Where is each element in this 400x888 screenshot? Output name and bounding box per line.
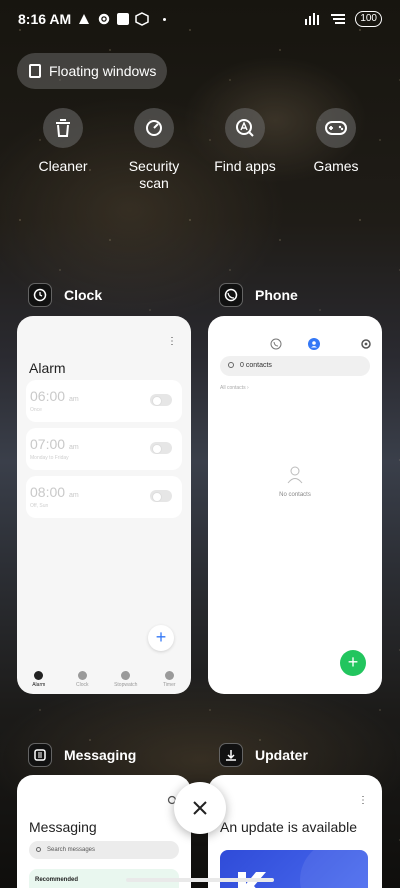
tab-alarm[interactable]: Alarm: [19, 671, 59, 688]
search-icon: [36, 847, 41, 852]
close-icon: [193, 801, 207, 815]
clock-app-header: Clock: [28, 283, 102, 307]
find-apps-icon: [225, 108, 265, 148]
alarm-repeat: Once: [30, 407, 42, 413]
more-options-icon[interactable]: ⋮: [167, 336, 177, 347]
security-scan-icon: [134, 108, 174, 148]
clock-screen-title: Alarm: [29, 360, 66, 376]
messages-search-input[interactable]: Search messages: [29, 841, 179, 859]
tab-stopwatch[interactable]: Stopwatch: [106, 671, 146, 688]
phone-app-header: Phone: [219, 283, 298, 307]
more-options-icon[interactable]: ⋮: [358, 795, 368, 806]
find-apps-button[interactable]: Find apps: [202, 108, 288, 175]
home-indicator[interactable]: [126, 878, 274, 882]
messaging-app-header: Messaging: [28, 743, 136, 767]
search-icon: [228, 362, 234, 368]
gamepad-icon: [316, 108, 356, 148]
contacts-tab-icon[interactable]: [308, 338, 320, 350]
tab-timer-label: Timer: [162, 682, 176, 688]
stopwatch-tab-icon: [121, 671, 131, 680]
wifi-icon: [331, 14, 346, 24]
alarm-ampm: am: [68, 492, 79, 499]
clock-tab-bar: Alarm Clock Stopwatch Timer: [17, 671, 191, 688]
mi-badge-icon: [135, 12, 149, 26]
empty-contacts-state: No contacts: [208, 466, 382, 498]
alarm-time: 06:00: [30, 388, 66, 404]
phone-recent-card[interactable]: 0 contacts All contacts › No contacts +: [208, 316, 382, 694]
alarm-toggle[interactable]: [150, 490, 172, 502]
games-label: Games: [313, 158, 359, 174]
alarm-item[interactable]: 07:00 am Monday to Friday: [26, 428, 182, 470]
messaging-recent-card[interactable]: Messaging Search messages Recommended: [17, 775, 191, 888]
alarm-time: 07:00: [30, 436, 66, 452]
alarm-repeat: Monday to Friday: [30, 455, 69, 461]
alarm-time: 08:00: [30, 484, 66, 500]
contacts-search-input[interactable]: 0 contacts: [220, 356, 370, 376]
updater-app-icon: [219, 743, 243, 767]
games-button[interactable]: Games: [293, 108, 379, 175]
more-notifications-dot-icon: [163, 17, 167, 21]
contacts-search-placeholder: 0 contacts: [240, 362, 272, 369]
all-contacts-filter[interactable]: All contacts ›: [220, 385, 249, 391]
alarm-repeat: Off, Sun: [30, 503, 49, 509]
updater-app-name: Updater: [255, 747, 308, 763]
update-available-title: An update is available: [220, 819, 357, 835]
clock-app-icon: [28, 283, 52, 307]
cleaner-label: Cleaner: [38, 158, 88, 174]
add-alarm-button[interactable]: +: [148, 625, 174, 651]
signal-icon: [305, 13, 320, 25]
trash-icon: [43, 108, 83, 148]
timer-tab-icon: [164, 671, 174, 680]
clock-recent-card[interactable]: ⋮ Alarm 06:00 am Once 07:00 am Monday to…: [17, 316, 191, 694]
all-contacts-label: All contacts: [220, 385, 246, 391]
messaging-app-name: Messaging: [64, 747, 137, 763]
floating-window-icon: [29, 64, 41, 78]
phone-settings-icon[interactable]: [360, 338, 372, 350]
tab-clock-label: Clock: [75, 682, 89, 688]
updater-recent-card[interactable]: ⋮ An update is available: [208, 775, 382, 888]
alarm-ampm: am: [68, 396, 79, 403]
alarm-item[interactable]: 06:00 am Once: [26, 380, 182, 422]
tab-timer[interactable]: Timer: [149, 671, 189, 688]
security-scan-button[interactable]: Security scan: [111, 108, 197, 192]
find-apps-label: Find apps: [214, 158, 276, 174]
messages-search-placeholder: Search messages: [47, 847, 96, 853]
clock-app-name: Clock: [64, 287, 103, 303]
tab-clock[interactable]: Clock: [62, 671, 102, 688]
floating-windows-label: Floating windows: [49, 63, 157, 79]
phone-top-bar: [208, 336, 382, 352]
alarm-item[interactable]: 08:00 am Off, Sun: [26, 476, 182, 518]
alarm-tab-icon: [34, 671, 44, 680]
cleaner-button[interactable]: Cleaner: [20, 108, 106, 175]
alarm-ampm: am: [68, 444, 79, 451]
messaging-screen-title: Messaging: [29, 819, 97, 835]
notification-square-icon: [117, 13, 130, 25]
phone-app-name: Phone: [255, 287, 298, 303]
status-bar: 8:16 AM 100: [0, 0, 400, 38]
miui-logo-graphic: [238, 850, 368, 888]
person-icon: [287, 466, 303, 484]
add-contact-button[interactable]: +: [340, 650, 366, 676]
recommended-label: Recommended: [35, 877, 79, 883]
settings-gear-icon: [98, 13, 110, 25]
recents-tab-icon[interactable]: [270, 338, 282, 350]
floating-windows-button[interactable]: Floating windows: [17, 53, 167, 89]
phone-app-icon: [219, 283, 243, 307]
security-scan-label: Security scan: [128, 158, 180, 191]
alarm-toggle[interactable]: [150, 394, 172, 406]
update-banner-image: [220, 850, 368, 888]
updater-app-header: Updater: [219, 743, 308, 767]
messaging-app-icon: [28, 743, 52, 767]
battery-indicator: 100: [355, 11, 382, 27]
clock-tab-icon: [77, 671, 87, 680]
tab-alarm-label: Alarm: [32, 682, 46, 688]
data-transfer-icon: [79, 14, 90, 24]
alarm-toggle[interactable]: [150, 442, 172, 454]
tab-stopwatch-label: Stopwatch: [114, 682, 138, 688]
status-time: 8:16 AM: [18, 11, 72, 27]
empty-contacts-text: No contacts: [279, 492, 311, 498]
clear-all-button[interactable]: [174, 782, 226, 834]
